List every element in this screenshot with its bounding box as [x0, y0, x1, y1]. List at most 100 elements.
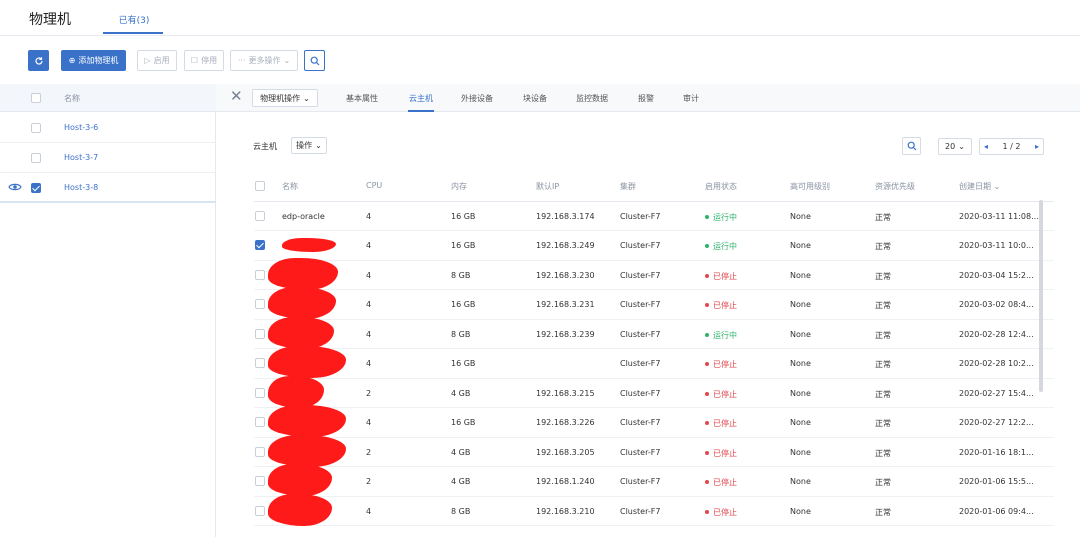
- vm-row[interactable]: 4 8 GB 192.168.3.210 Cluster-F7 None 正常 2020-0…: [254, 493, 1054, 526]
- vm-row[interactable]: 4 16 GB 192.168.3.231 Cluster-F7 None 正常 2020-…: [254, 287, 1054, 320]
- col-cpu[interactable]: CPU: [366, 181, 382, 190]
- vm-checkbox[interactable]: [255, 299, 265, 309]
- host-checkbox[interactable]: [31, 123, 41, 133]
- vm-row[interactable]: 4 8 GB 192.168.3.230 Cluster-F7 None 正常 2020-0…: [254, 257, 1054, 290]
- vertical-scrollbar[interactable]: [1039, 200, 1043, 392]
- vm-checkbox[interactable]: [255, 387, 265, 398]
- status-dot-icon: [705, 273, 709, 278]
- more-actions-button[interactable]: ··· 更多操作 ⌄: [230, 50, 298, 71]
- cell-priority: 正常: [875, 301, 891, 310]
- cell-cpu: 2: [366, 447, 372, 457]
- host-row[interactable]: Host-3-6: [0, 113, 216, 143]
- host-row[interactable]: Host-3-7: [0, 143, 216, 173]
- cell-ha-level: None: [790, 388, 811, 398]
- col-name[interactable]: 名称: [282, 181, 298, 192]
- tab-basic[interactable]: 基本属性: [346, 93, 378, 104]
- vm-row[interactable]: 4 16 GB 192.168.3.226 Cluster-F7 None 正常 2020-…: [254, 405, 1054, 438]
- vm-row[interactable]: edp-oracle 4 16 GB 192.168.3.174 Cluster-F7 N…: [254, 202, 1054, 231]
- cell-memory: 8 GB: [451, 329, 471, 339]
- tab-existing[interactable]: 已有(3): [105, 13, 163, 26]
- add-host-button[interactable]: ⊕ 添加物理机: [61, 50, 126, 71]
- disable-button[interactable]: ☐ 停用: [184, 50, 224, 71]
- cell-memory: 16 GB: [451, 241, 476, 250]
- redaction-mark: [268, 316, 334, 349]
- cell-memory: 16 GB: [451, 418, 476, 427]
- cell-ha-level: None: [790, 270, 811, 280]
- tab-alerts[interactable]: 报警: [638, 93, 654, 104]
- col-status[interactable]: 启用状态: [705, 181, 737, 192]
- host-operations-dropdown[interactable]: 物理机操作 ⌄: [252, 89, 318, 107]
- host-checkbox-checked[interactable]: [31, 183, 41, 193]
- cell-vm-name[interactable]: edp-oracle: [282, 212, 325, 221]
- host-name[interactable]: Host-3-8: [64, 183, 98, 192]
- host-name[interactable]: Host-3-7: [64, 153, 98, 162]
- enable-label: 启用: [153, 56, 170, 65]
- cell-status: 已停止: [705, 359, 737, 370]
- vm-checkbox[interactable]: [255, 210, 265, 221]
- prev-page-icon[interactable]: ◂: [984, 142, 988, 151]
- vm-row[interactable]: 4 16 GB Cluster-F7 None 正常 2020-02-28 10:2...…: [254, 346, 1054, 379]
- cell-priority: 正常: [875, 330, 891, 340]
- tab-monitoring[interactable]: 监控数据: [576, 93, 608, 104]
- tab-external-devices[interactable]: 外接设备: [461, 93, 493, 104]
- vm-row[interactable]: 2 4 GB 192.168.3.215 Cluster-F7 None 正常 2020-0…: [254, 375, 1054, 408]
- vm-row[interactable]: 4 16 GB 192.168.3.249 Cluster-F7 None 正常 2020-…: [254, 231, 1054, 261]
- next-page-icon[interactable]: ▸: [1035, 142, 1039, 151]
- vm-operations-dropdown[interactable]: 操作 ⌄: [291, 137, 327, 154]
- enable-button[interactable]: ▷ 启用: [137, 50, 177, 71]
- vm-checkbox[interactable]: [255, 328, 265, 339]
- col-ip[interactable]: 默认IP: [536, 181, 559, 192]
- eye-icon[interactable]: [8, 182, 22, 192]
- vm-checkbox[interactable]: [255, 446, 265, 457]
- cell-created: 2020-01-16 18:1...: [959, 447, 1034, 457]
- select-all-hosts-checkbox[interactable]: [31, 93, 41, 103]
- col-ha-level[interactable]: 高可用级别: [790, 181, 830, 192]
- vm-checkbox[interactable]: [255, 269, 265, 280]
- status-dot-icon: [705, 244, 709, 248]
- host-row-selected[interactable]: Host-3-8: [0, 173, 216, 203]
- status-text: 已停止: [713, 271, 737, 281]
- col-priority[interactable]: 资源优先级: [875, 181, 915, 192]
- vm-checkbox[interactable]: [255, 358, 265, 368]
- cell-status: 已停止: [705, 448, 737, 459]
- vm-search-button[interactable]: [902, 137, 921, 155]
- cell-memory: 16 GB: [451, 359, 476, 368]
- refresh-icon: [34, 56, 43, 65]
- search-button[interactable]: [304, 50, 325, 71]
- cell-cpu: 2: [366, 477, 372, 486]
- refresh-button[interactable]: [28, 50, 49, 71]
- vm-checkbox[interactable]: [255, 476, 265, 486]
- status-text: 运行中: [713, 212, 737, 222]
- status-dot-icon: [705, 509, 709, 514]
- cell-priority: 正常: [875, 478, 891, 487]
- status-text: 已停止: [713, 419, 737, 428]
- cell-created: 2020-03-02 08:4...: [959, 300, 1034, 309]
- cell-cluster: Cluster-F7: [620, 388, 661, 398]
- tab-vms[interactable]: 云主机: [409, 93, 433, 104]
- close-icon[interactable]: ✕: [230, 89, 243, 104]
- vm-checkbox[interactable]: [255, 417, 265, 427]
- host-ops-label: 物理机操作: [260, 93, 301, 103]
- host-name[interactable]: Host-3-6: [64, 123, 98, 132]
- cell-created: 2020-02-27 12:2...: [959, 418, 1034, 427]
- vm-row[interactable]: 2 4 GB 192.168.3.205 Cluster-F7 None 正常 2020-0…: [254, 434, 1054, 467]
- redaction-mark: [268, 464, 332, 496]
- cell-memory: 4 GB: [451, 477, 471, 486]
- vm-row[interactable]: 4 8 GB 192.168.3.239 Cluster-F7 None 正常 2020-0…: [254, 316, 1054, 349]
- cell-memory: 4 GB: [451, 388, 471, 398]
- select-all-vms-checkbox[interactable]: [255, 181, 265, 191]
- tab-block-devices[interactable]: 块设备: [523, 93, 547, 104]
- page-size-select[interactable]: 20 ⌄: [938, 138, 972, 155]
- vm-row[interactable]: 2 4 GB 192.168.1.240 Cluster-F7 None 正常 2020-0…: [254, 464, 1054, 497]
- search-icon: [907, 141, 916, 151]
- vm-checkbox[interactable]: [255, 505, 265, 516]
- status-dot-icon: [705, 391, 709, 396]
- cell-cpu: 4: [366, 418, 372, 427]
- chevron-down-icon: ⌄: [958, 142, 965, 151]
- tab-audit[interactable]: 审计: [683, 93, 699, 104]
- host-checkbox[interactable]: [31, 153, 41, 163]
- vm-checkbox-checked[interactable]: [255, 240, 265, 250]
- col-memory[interactable]: 内存: [451, 181, 467, 192]
- col-cluster[interactable]: 集群: [620, 181, 636, 192]
- col-created[interactable]: 创建日期 ⌄: [959, 181, 1000, 192]
